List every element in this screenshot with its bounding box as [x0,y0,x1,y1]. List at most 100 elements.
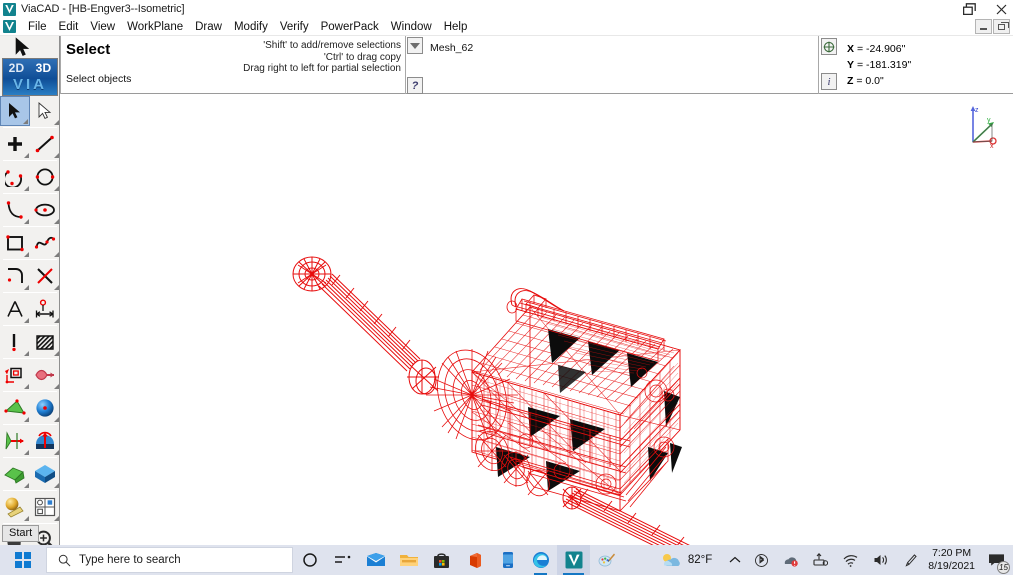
menu-item-draw[interactable]: Draw [189,18,228,36]
svg-text:y: y [987,117,991,124]
text-tool[interactable] [0,294,30,324]
crosshair-target-icon [823,41,835,52]
weather-temperature[interactable]: 82°F [688,554,722,566]
object-info-button[interactable]: i [821,73,837,90]
menu-item-help[interactable]: Help [438,18,474,36]
show-hidden-icons-button[interactable] [722,545,748,575]
hollow-arrow-select-tool[interactable] [30,96,59,126]
svg-text:z: z [975,107,979,114]
line-tool[interactable] [30,129,59,159]
tool-row-revolve-boolean [0,426,59,456]
coordinate-readout: X = -24.906" Y = -181.319" Z = 0.0" [847,41,911,89]
viacad-icon[interactable] [557,545,590,575]
menu-item-window[interactable]: Window [385,18,438,36]
menu-item-powerpack[interactable]: PowerPack [315,18,385,36]
fillet-tool[interactable] [0,261,30,291]
close-icon[interactable] [993,1,1009,17]
workspace-mode-banner[interactable]: 2D 3D VIA [2,58,58,96]
drawing-canvas[interactable]: z y x [60,95,1013,545]
tool-hint-ctrl: 'Ctrl' to drag copy [323,51,401,63]
material-tool[interactable] [0,492,30,522]
sphere-tool[interactable] [30,393,59,423]
notifications-count-badge: 15 [997,561,1010,574]
rectangle-tool[interactable] [0,228,30,258]
volume-tray-icon[interactable] [866,545,897,575]
circle-tool[interactable] [30,162,59,192]
trim-tool[interactable] [30,261,59,291]
safely-remove-hardware-icon[interactable] [806,545,835,575]
spline-tool[interactable] [30,228,59,258]
microsoft-store-icon[interactable] [425,545,458,575]
window-controls [961,0,1009,18]
ellipse-tool[interactable] [30,195,59,225]
cortana-icon[interactable] [293,545,326,575]
snap-target-button[interactable] [821,38,837,55]
tool-row-transform-mirror [0,360,59,390]
title-bar: ViaCAD - [HB-Engver3--Isometric] [0,0,1013,18]
mdi-window-controls [975,19,1010,34]
tool-row-arc-circle [0,162,59,192]
tool-row-wall-hatch [0,327,59,357]
pen-tray-icon[interactable] [897,545,924,575]
coordinate-axis-z: Z [847,75,854,87]
tool-row-curve-ellipse [0,195,59,225]
menu-item-view[interactable]: View [84,18,121,36]
task-view-icon[interactable] [326,545,359,575]
svg-text:x: x [990,143,994,148]
tool-row-material-layers [0,492,59,522]
context-help-button[interactable]: ? [407,77,423,94]
expand-message-button[interactable] [407,37,423,54]
start-tooltip: Start [2,525,40,542]
menu-item-workplane[interactable]: WorkPlane [121,18,189,36]
restore-icon[interactable] [961,1,977,17]
notifications-button[interactable]: 15 [983,545,1010,575]
menu-item-verify[interactable]: Verify [274,18,315,36]
point-tool[interactable] [0,129,30,159]
weather-widget[interactable] [654,545,688,575]
mail-icon[interactable] [359,545,392,575]
revolve-tool[interactable] [0,426,30,456]
file-explorer-icon[interactable] [392,545,425,575]
start-button[interactable] [0,545,46,575]
menu-item-file[interactable]: File [22,18,53,36]
search-input[interactable]: Type here to search [46,547,293,573]
mode-tab-2d[interactable]: 2D [9,61,25,75]
wall-tool[interactable] [0,327,30,357]
bluetooth-tray-icon[interactable] [748,545,775,575]
edge-icon[interactable] [524,545,557,575]
mirror-tool[interactable] [30,360,59,390]
search-icon [58,554,71,566]
hatch-tool[interactable] [30,327,59,357]
office-icon[interactable] [458,545,491,575]
layers-tool[interactable] [30,492,59,522]
menu-item-edit[interactable]: Edit [53,18,85,36]
cube-tool[interactable] [30,459,59,489]
mdi-minimize-button[interactable] [975,19,992,34]
loft-tool[interactable] [0,459,30,489]
mode-tab-3d[interactable]: 3D [36,61,52,75]
tool-grid [0,96,59,545]
transform-tool[interactable] [0,360,30,390]
viacad-application-window: ViaCAD - [HB-Engver3--Isometric] File Ed… [0,0,1013,575]
taskbar-clock[interactable]: 7:20 PM 8/19/2021 [924,547,983,573]
window-title: ViaCAD - [HB-Engver3--Isometric] [21,3,185,15]
onedrive-tray-icon[interactable] [775,545,806,575]
arc-tool[interactable] [0,162,30,192]
tool-row-rect-spline [0,228,59,258]
dimension-tool[interactable] [30,294,59,324]
paint-3d-icon[interactable] [590,545,623,575]
coordinate-axis-y: Y [847,59,855,71]
chevron-up-icon [729,556,741,563]
menu-item-modify[interactable]: Modify [228,18,274,36]
select-arrow-tool[interactable] [0,96,30,126]
curve-tool[interactable] [0,195,30,225]
tool-row-loft-cube [0,459,59,489]
wifi-tray-icon[interactable] [835,545,866,575]
mdi-restore-button[interactable] [993,19,1010,34]
help-question-icon: ? [411,79,419,92]
phone-link-icon[interactable] [491,545,524,575]
extrude-surface-tool[interactable] [0,393,30,423]
boolean-tool[interactable] [30,426,59,456]
menu-bar: File Edit View WorkPlane Draw Modify Ver… [0,18,1013,36]
active-tool-title: Select [66,41,111,58]
